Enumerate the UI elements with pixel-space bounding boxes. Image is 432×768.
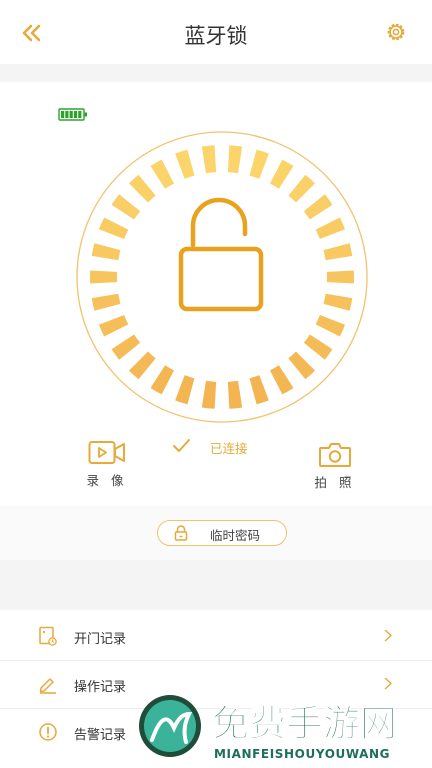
camera-icon [319,443,351,467]
dial-segment [150,159,175,189]
dial-segment [249,375,269,405]
gear-icon[interactable] [384,20,408,44]
dial-segment [269,159,294,189]
watermark-title: 免费手游网 [212,702,397,745]
menu-item-open-records[interactable]: 开门记录 [0,612,432,661]
dial-segment [288,174,316,203]
connection-status: 已连接 [210,441,248,456]
take-photo-button[interactable]: 拍 照 [312,440,358,491]
dial-segment [303,334,333,360]
dial-segment [288,351,316,380]
dial-segment [175,149,195,179]
dial-segment [128,174,156,203]
dial-segment [111,334,141,360]
dial-segment [90,270,118,284]
dial-segment [111,194,141,220]
dial-segment [227,145,243,174]
unlocked-padlock-icon [178,197,264,312]
menu-item-label: 告警记录 [74,728,127,743]
temp-password-area: 临时密码 [0,506,432,560]
dial-segment [175,375,195,405]
video-camera-icon [88,441,125,464]
alert-icon [39,723,57,741]
dial-segments [90,145,354,409]
dial-segment [98,314,129,337]
temp-password-button[interactable]: 临时密码 [157,520,287,546]
watermark-logo: 免费手游网 MIANFEISHOUYOUWANG [139,695,398,761]
dial-segment [128,351,156,380]
dial-segment [303,194,333,220]
dial-segment [323,293,353,311]
watermark-subtitle: MIANFEISHOUYOUWANG [214,747,390,761]
dial-segment [315,217,346,240]
battery-icon [58,108,87,121]
chevron-right-icon [384,677,392,690]
lock-panel: 录 像 已连接 拍 照 临时密码 [0,82,432,560]
dial-segment [91,293,121,311]
dial-segment [315,314,346,337]
menu-item-label: 操作记录 [74,680,127,695]
lock-icon [174,525,188,541]
dial-segment [98,217,129,240]
chevron-right-icon [384,629,392,642]
dial-segment [150,365,175,395]
top-bar: 蓝牙锁 [0,0,432,64]
dial-segment [269,365,294,395]
dial-segment [201,145,217,174]
record-label: 录 像 [86,473,128,488]
page-title: 蓝牙锁 [184,24,248,48]
menu-item-label: 开门记录 [74,632,127,647]
temp-password-label: 临时密码 [210,528,261,543]
edit-pen-icon [39,678,56,694]
dial-segment [227,380,243,409]
dial-segment [326,270,354,284]
unlock-dial[interactable] [75,130,369,424]
door-record-icon [39,626,57,646]
record-video-button[interactable]: 录 像 [82,440,132,489]
dial-segment [201,380,217,409]
dial-segment [91,243,121,261]
photo-label: 拍 照 [314,475,356,490]
dial-segment [249,149,269,179]
dial-segment [323,243,353,261]
